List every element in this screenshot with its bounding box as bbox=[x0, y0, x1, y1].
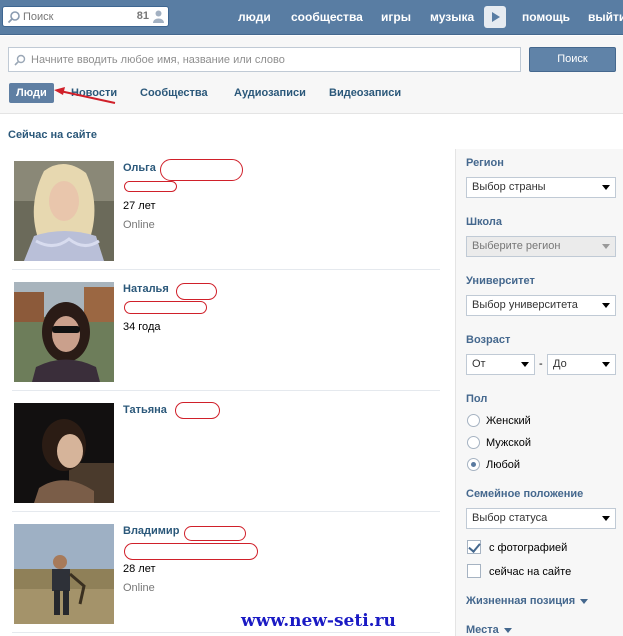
university-title: Университет bbox=[466, 275, 535, 287]
nav-help[interactable]: помощь bbox=[522, 10, 570, 24]
chevron-down-icon bbox=[602, 516, 610, 521]
person-age: 34 года bbox=[123, 321, 161, 333]
chevron-down-icon bbox=[602, 362, 610, 367]
section-title: Сейчас на сайте bbox=[8, 129, 97, 141]
region-select[interactable]: Выбор страны bbox=[466, 177, 616, 198]
chevron-down-icon bbox=[602, 185, 610, 190]
redaction-mark bbox=[160, 159, 243, 181]
list-item: Ольга 27 лет Online bbox=[12, 149, 440, 270]
tab-video[interactable]: Видеозаписи bbox=[329, 83, 401, 103]
nav-logout[interactable]: выйти bbox=[588, 10, 623, 24]
age-dash: - bbox=[539, 358, 543, 370]
redaction-mark bbox=[184, 526, 246, 541]
redaction-mark bbox=[175, 402, 220, 419]
person-photo[interactable] bbox=[14, 161, 114, 261]
person-photo[interactable] bbox=[14, 524, 114, 624]
gender-any-label[interactable]: Любой bbox=[486, 459, 520, 471]
gender-title: Пол bbox=[466, 393, 488, 405]
school-title: Школа bbox=[466, 216, 502, 228]
region-title: Регион bbox=[466, 157, 504, 169]
list-item: Татьяна bbox=[12, 391, 440, 512]
annotation-arrow bbox=[54, 87, 116, 104]
nav-games[interactable]: игры bbox=[381, 10, 411, 24]
people-list: Ольга 27 лет Online Наталья 34 года Тать… bbox=[0, 149, 455, 636]
school-value: Выберите регион bbox=[472, 240, 561, 252]
marital-select[interactable]: Выбор статуса bbox=[466, 508, 616, 529]
life-position-toggle[interactable]: Жизненная позиция bbox=[466, 595, 589, 607]
online-now-checkbox[interactable] bbox=[467, 564, 481, 578]
places-toggle[interactable]: Места bbox=[466, 624, 512, 636]
search-icon bbox=[7, 11, 20, 24]
marital-value: Выбор статуса bbox=[472, 512, 548, 524]
user-icon bbox=[153, 10, 164, 23]
redaction-mark bbox=[124, 181, 177, 192]
university-value: Выбор университета bbox=[472, 299, 578, 311]
chevron-down-icon bbox=[521, 362, 529, 367]
region-value: Выбор страны bbox=[472, 181, 546, 193]
play-icon[interactable] bbox=[484, 6, 506, 28]
person-photo[interactable] bbox=[14, 403, 114, 503]
tab-people[interactable]: Люди bbox=[9, 83, 54, 103]
nav-communities[interactable]: сообщества bbox=[291, 10, 363, 24]
tab-communities[interactable]: Сообщества bbox=[140, 83, 208, 103]
filter-panel: Регион Выбор страны Школа Выберите регио… bbox=[455, 149, 623, 636]
top-header: Поиск 81 люди сообщества игры музыка пом… bbox=[0, 0, 623, 35]
person-name[interactable]: Владимир bbox=[123, 525, 179, 537]
redaction-mark bbox=[176, 283, 217, 300]
person-name[interactable]: Ольга bbox=[123, 162, 156, 174]
gender-male-label[interactable]: Мужской bbox=[486, 437, 531, 449]
marital-title: Семейное положение bbox=[466, 488, 584, 500]
age-from-select[interactable]: От bbox=[466, 354, 535, 375]
school-select[interactable]: Выберите регион bbox=[466, 236, 616, 257]
tab-audio[interactable]: Аудиозаписи bbox=[234, 83, 306, 103]
gender-any-radio[interactable] bbox=[467, 458, 480, 471]
search-icon bbox=[14, 54, 26, 66]
with-photo-checkbox[interactable] bbox=[467, 540, 481, 554]
chevron-down-icon bbox=[580, 598, 589, 604]
university-select[interactable]: Выбор университета bbox=[466, 295, 616, 316]
age-to-select[interactable]: До bbox=[547, 354, 616, 375]
life-position-label: Жизненная позиция bbox=[466, 595, 576, 607]
redaction-mark bbox=[124, 301, 207, 314]
places-label: Места bbox=[466, 624, 499, 636]
online-count: 81 bbox=[136, 10, 149, 22]
person-age: 27 лет bbox=[123, 200, 156, 212]
search-button[interactable]: Поиск bbox=[529, 47, 616, 72]
chevron-down-icon bbox=[602, 303, 610, 308]
chevron-down-icon bbox=[503, 627, 512, 633]
watermark: www.new-seti.ru bbox=[241, 611, 396, 631]
online-now-label[interactable]: сейчас на сайте bbox=[489, 566, 571, 578]
person-status: Online bbox=[123, 219, 155, 231]
nav-people[interactable]: люди bbox=[238, 10, 271, 24]
top-search-input[interactable]: Поиск 81 bbox=[2, 6, 169, 27]
age-to-value: До bbox=[553, 358, 567, 370]
nav-music[interactable]: музыка bbox=[430, 10, 474, 24]
main-search-placeholder: Начните вводить любое имя, название или … bbox=[31, 54, 285, 66]
top-search-placeholder: Поиск bbox=[23, 11, 54, 23]
gender-male-radio[interactable] bbox=[467, 436, 480, 449]
main-search-input[interactable]: Начните вводить любое имя, название или … bbox=[8, 47, 521, 72]
person-age: 28 лет bbox=[123, 563, 156, 575]
person-status: Online bbox=[123, 582, 155, 594]
age-title: Возраст bbox=[466, 334, 511, 346]
chevron-down-icon bbox=[602, 244, 610, 249]
gender-female-label[interactable]: Женский bbox=[486, 415, 531, 427]
person-name[interactable]: Татьяна bbox=[123, 404, 167, 416]
with-photo-label[interactable]: с фотографией bbox=[489, 542, 567, 554]
age-from-value: От bbox=[472, 358, 486, 370]
person-photo[interactable] bbox=[14, 282, 114, 382]
list-item: Наталья 34 года bbox=[12, 270, 440, 391]
gender-female-radio[interactable] bbox=[467, 414, 480, 427]
person-name[interactable]: Наталья bbox=[123, 283, 169, 295]
redaction-mark bbox=[124, 543, 258, 560]
